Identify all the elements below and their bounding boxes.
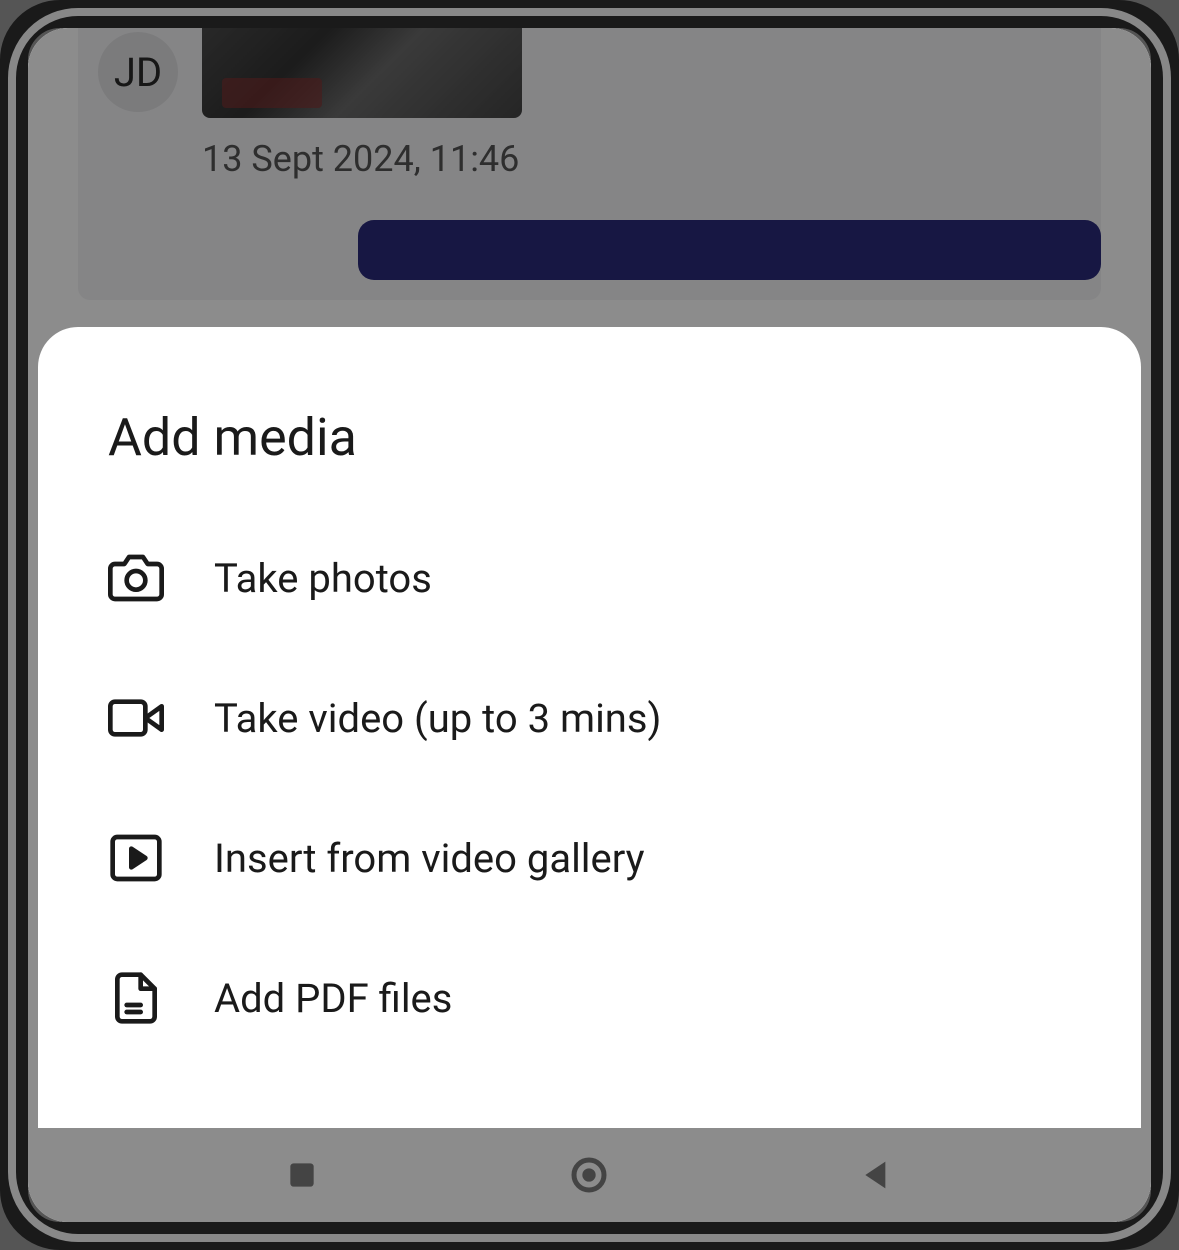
- add-media-sheet: Add media Take photos Take video (up to …: [38, 327, 1141, 1128]
- android-nav-bar: [38, 1128, 1141, 1222]
- camera-icon: [108, 550, 164, 606]
- take-photos-option[interactable]: Take photos: [108, 508, 1071, 648]
- insert-from-gallery-option[interactable]: Insert from video gallery: [108, 788, 1071, 928]
- video-camera-icon: [108, 690, 164, 746]
- recent-apps-button[interactable]: [282, 1155, 322, 1195]
- take-video-option[interactable]: Take video (up to 3 mins): [108, 648, 1071, 788]
- add-pdf-option[interactable]: Add PDF files: [108, 928, 1071, 1068]
- option-label: Insert from video gallery: [214, 835, 645, 882]
- option-label: Take photos: [214, 555, 432, 602]
- home-button[interactable]: [569, 1155, 609, 1195]
- file-text-icon: [108, 970, 164, 1026]
- option-label: Take video (up to 3 mins): [214, 695, 661, 742]
- play-box-icon: [108, 830, 164, 886]
- back-button[interactable]: [857, 1155, 897, 1195]
- sheet-title: Add media: [108, 407, 1071, 468]
- option-label: Add PDF files: [214, 975, 452, 1022]
